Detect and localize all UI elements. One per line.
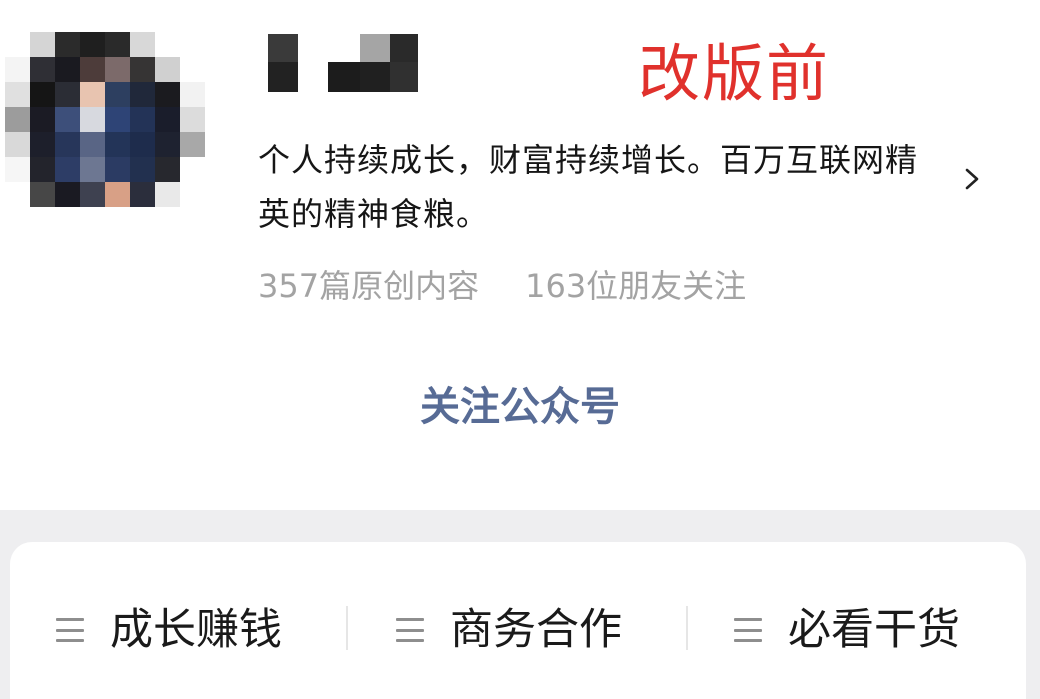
chevron-right-icon[interactable]	[957, 164, 987, 194]
menu-item-business[interactable]: 商务合作	[396, 600, 622, 660]
avatar[interactable]	[5, 32, 205, 207]
menu-item-label: 成长赚钱	[110, 605, 282, 655]
menu-item-must-read[interactable]: 必看干货	[734, 600, 960, 660]
menu-item-label: 必看干货	[788, 605, 960, 655]
account-name-redacted	[268, 34, 418, 92]
menu-item-growth[interactable]: 成长赚钱	[56, 600, 282, 660]
article-count: 357篇原创内容	[258, 267, 480, 305]
menu-lines-icon	[396, 618, 424, 642]
menu-lines-icon	[56, 618, 84, 642]
menu-item-label: 商务合作	[450, 605, 622, 655]
account-header: 改版前 个人持续成长，财富持续增长。百万互联网精英的精神食粮。 357篇原创内容…	[0, 0, 1040, 510]
follow-button[interactable]: 关注公众号	[400, 377, 640, 437]
follower-count: 163位朋友关注	[525, 267, 747, 305]
menu-divider	[686, 606, 688, 650]
menu-lines-icon	[734, 618, 762, 642]
account-stats: 357篇原创内容 163位朋友关注	[258, 264, 746, 308]
account-description: 个人持续成长，财富持续增长。百万互联网精英的精神食粮。	[258, 141, 919, 233]
menu-divider	[346, 606, 348, 650]
annotation-label: 改版前	[638, 37, 831, 110]
